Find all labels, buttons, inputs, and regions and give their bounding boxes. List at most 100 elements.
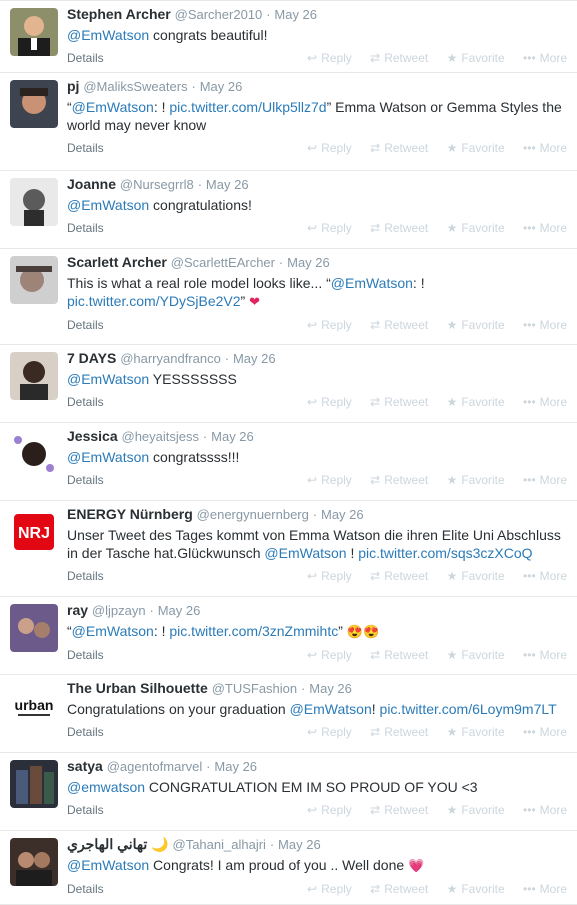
tweet-author-handle[interactable]: @energynuernberg	[197, 507, 309, 522]
tweet-author-handle[interactable]: @Nursegrrl8	[120, 177, 194, 192]
details-link[interactable]: Details	[67, 882, 104, 896]
retweet-button[interactable]: ⇄ Retweet	[370, 51, 428, 65]
tweet-item[interactable]: تهاني الهاجري 🌙 @Tahani_alhajri · May 26…	[0, 831, 577, 905]
retweet-button[interactable]: ⇄ Retweet	[370, 221, 428, 235]
tweet-author-name[interactable]: pj	[67, 78, 79, 94]
reply-button[interactable]: ↩ Reply	[307, 803, 352, 817]
tweet-item[interactable]: Stephen Archer @Sarcher2010 · May 26 @Em…	[0, 1, 577, 73]
tweet-author-name[interactable]: Scarlett Archer	[67, 254, 167, 270]
tweet-link[interactable]: pic.twitter.com/YDySjBe2V2	[67, 293, 241, 309]
more-button[interactable]: ••• More	[523, 395, 567, 409]
tweet-link[interactable]: pic.twitter.com/3znZmmihtc	[169, 623, 338, 639]
avatar[interactable]	[10, 178, 58, 226]
tweet-item[interactable]: satya @agentofmarvel · May 26 @emwatson …	[0, 753, 577, 831]
more-button[interactable]: ••• More	[523, 882, 567, 896]
more-button[interactable]: ••• More	[523, 648, 567, 662]
details-link[interactable]: Details	[67, 569, 104, 583]
more-button[interactable]: ••• More	[523, 473, 567, 487]
tweet-link[interactable]: @EmWatson	[67, 857, 149, 873]
tweet-item[interactable]: 7 DAYS @harryandfranco · May 26 @EmWatso…	[0, 345, 577, 423]
tweet-link[interactable]: pic.twitter.com/Ulkp5llz7d	[169, 99, 326, 115]
reply-button[interactable]: ↩ Reply	[307, 648, 352, 662]
favorite-button[interactable]: ★ Favorite	[447, 395, 505, 409]
tweet-timestamp[interactable]: May 26	[287, 255, 330, 270]
favorite-button[interactable]: ★ Favorite	[447, 141, 505, 155]
retweet-button[interactable]: ⇄ Retweet	[370, 725, 428, 739]
tweet-link[interactable]: pic.twitter.com/6Loym9m7LT	[380, 701, 557, 717]
retweet-button[interactable]: ⇄ Retweet	[370, 648, 428, 662]
retweet-button[interactable]: ⇄ Retweet	[370, 473, 428, 487]
tweet-link[interactable]: @EmWatson	[331, 275, 413, 291]
avatar[interactable]	[10, 352, 58, 400]
tweet-author-name[interactable]: Joanne	[67, 176, 116, 192]
retweet-button[interactable]: ⇄ Retweet	[370, 803, 428, 817]
more-button[interactable]: ••• More	[523, 141, 567, 155]
tweet-link[interactable]: @EmWatson	[72, 623, 154, 639]
tweet-link[interactable]: @EmWatson	[67, 449, 149, 465]
tweet-link[interactable]: @EmWatson	[67, 197, 149, 213]
details-link[interactable]: Details	[67, 141, 104, 155]
avatar[interactable]: urban	[10, 682, 58, 730]
favorite-button[interactable]: ★ Favorite	[447, 882, 505, 896]
tweet-author-name[interactable]: Jessica	[67, 428, 118, 444]
reply-button[interactable]: ↩ Reply	[307, 882, 352, 896]
favorite-button[interactable]: ★ Favorite	[447, 803, 505, 817]
retweet-button[interactable]: ⇄ Retweet	[370, 318, 428, 332]
tweet-link[interactable]: @EmWatson	[290, 701, 372, 717]
tweet-author-name[interactable]: The Urban Silhouette	[67, 680, 208, 696]
details-link[interactable]: Details	[67, 221, 104, 235]
more-button[interactable]: ••• More	[523, 725, 567, 739]
reply-button[interactable]: ↩ Reply	[307, 318, 352, 332]
tweet-link[interactable]: @emwatson	[67, 779, 145, 795]
tweet-author-handle[interactable]: @agentofmarvel	[107, 759, 203, 774]
details-link[interactable]: Details	[67, 725, 104, 739]
tweet-link[interactable]: pic.twitter.com/sqs3czXCoQ	[358, 545, 532, 561]
tweet-author-handle[interactable]: @ljpzayn	[92, 603, 146, 618]
tweet-timestamp[interactable]: May 26	[206, 177, 249, 192]
more-button[interactable]: ••• More	[523, 569, 567, 583]
tweet-item[interactable]: Jessica @heyaitsjess · May 26 @EmWatson …	[0, 423, 577, 501]
tweet-link[interactable]: @EmWatson	[264, 545, 346, 561]
more-button[interactable]: ••• More	[523, 221, 567, 235]
favorite-button[interactable]: ★ Favorite	[447, 318, 505, 332]
tweet-item[interactable]: Scarlett Archer @ScarlettEArcher · May 2…	[0, 249, 577, 345]
more-button[interactable]: ••• More	[523, 51, 567, 65]
reply-button[interactable]: ↩ Reply	[307, 51, 352, 65]
tweet-timestamp[interactable]: May 26	[158, 603, 201, 618]
tweet-author-name[interactable]: satya	[67, 758, 103, 774]
tweet-author-handle[interactable]: @Tahani_alhajri	[173, 837, 266, 852]
retweet-button[interactable]: ⇄ Retweet	[370, 882, 428, 896]
tweet-author-handle[interactable]: @ScarlettEArcher	[171, 255, 275, 270]
tweet-author-name[interactable]: ENERGY Nürnberg	[67, 506, 193, 522]
avatar[interactable]	[10, 838, 58, 886]
tweet-item[interactable]: ray @ljpzayn · May 26 “@EmWatson: ! pic.…	[0, 597, 577, 675]
tweet-item[interactable]: NRJ ENERGY Nürnberg @energynuernberg · M…	[0, 501, 577, 597]
avatar[interactable]	[10, 604, 58, 652]
avatar[interactable]	[10, 8, 58, 56]
tweet-link[interactable]: @EmWatson	[67, 371, 149, 387]
avatar[interactable]	[10, 256, 58, 304]
favorite-button[interactable]: ★ Favorite	[447, 473, 505, 487]
favorite-button[interactable]: ★ Favorite	[447, 51, 505, 65]
details-link[interactable]: Details	[67, 473, 104, 487]
tweet-author-name[interactable]: تهاني الهاجري 🌙	[67, 836, 169, 852]
details-link[interactable]: Details	[67, 395, 104, 409]
reply-button[interactable]: ↩ Reply	[307, 221, 352, 235]
tweet-author-name[interactable]: 7 DAYS	[67, 350, 116, 366]
tweet-author-handle[interactable]: @harryandfranco	[120, 351, 221, 366]
reply-button[interactable]: ↩ Reply	[307, 395, 352, 409]
tweet-author-name[interactable]: Stephen Archer	[67, 6, 171, 22]
reply-button[interactable]: ↩ Reply	[307, 725, 352, 739]
more-button[interactable]: ••• More	[523, 803, 567, 817]
tweet-timestamp[interactable]: May 26	[278, 837, 321, 852]
tweet-author-handle[interactable]: @TUSFashion	[212, 681, 297, 696]
retweet-button[interactable]: ⇄ Retweet	[370, 395, 428, 409]
reply-button[interactable]: ↩ Reply	[307, 473, 352, 487]
tweet-item[interactable]: urban The Urban Silhouette @TUSFashion ·…	[0, 675, 577, 753]
tweet-item[interactable]: Joanne @Nursegrrl8 · May 26 @EmWatson co…	[0, 171, 577, 249]
avatar[interactable]	[10, 80, 58, 128]
tweet-timestamp[interactable]: May 26	[309, 681, 352, 696]
favorite-button[interactable]: ★ Favorite	[447, 569, 505, 583]
retweet-button[interactable]: ⇄ Retweet	[370, 569, 428, 583]
tweet-author-name[interactable]: ray	[67, 602, 88, 618]
